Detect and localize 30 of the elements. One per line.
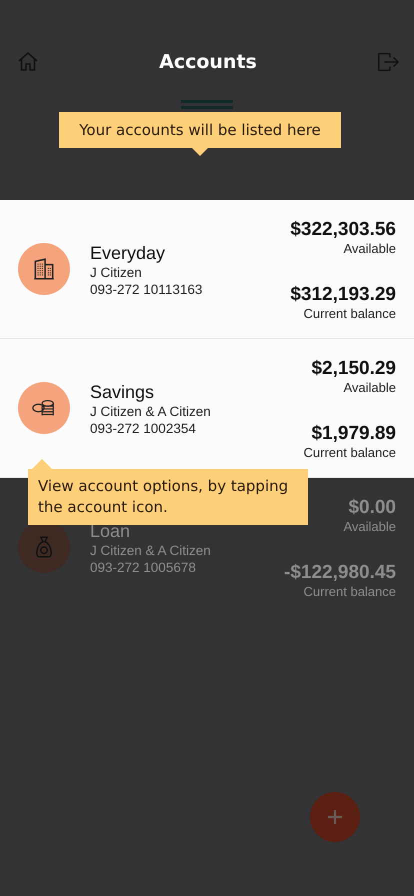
hint-tooltip: Your accounts will be listed here <box>59 112 341 148</box>
page-title: Accounts <box>159 51 257 73</box>
account-owner: J Citizen & A Citizen <box>90 542 212 559</box>
coins-icon[interactable] <box>18 382 70 434</box>
account-name: Savings <box>90 381 156 403</box>
available-amount: $0.00 <box>348 497 396 519</box>
account-owner: J Citizen <box>90 264 143 281</box>
balance-label: Current balance <box>304 584 396 599</box>
balance-amount: $1,979.89 <box>311 423 396 445</box>
plus-icon <box>325 807 345 827</box>
account-row[interactable]: Everyday J Citizen 093-272 10113163 $322,303.56 Available $312,193.29 Current balance <box>0 200 414 339</box>
account-number: 093-272 1005678 <box>90 559 197 576</box>
available-amount: $2,150.29 <box>311 358 396 380</box>
balance-amount: $312,193.29 <box>290 284 396 306</box>
building-icon[interactable] <box>18 243 70 295</box>
balance-amount: -$122,980.45 <box>284 562 396 584</box>
hint-tooltip: View account options, by tapping the account icon. <box>28 469 308 525</box>
available-label: Available <box>343 380 396 395</box>
available-amount: $322,303.56 <box>290 219 396 241</box>
account-row[interactable]: Savings J Citizen & A Citizen 093-272 1002354 $2,150.29 Available $1,979.89 Current balance <box>0 339 414 478</box>
balance-label: Current balance <box>304 445 396 460</box>
account-number: 093-272 10113163 <box>90 281 204 298</box>
tooltip-pointer <box>192 148 208 156</box>
account-owner: J Citizen & A Citizen <box>90 403 212 420</box>
account-number: 093-272 1002354 <box>90 420 197 437</box>
account-name: Everyday <box>90 242 166 264</box>
balance-label: Current balance <box>304 306 396 321</box>
drag-handle-icon <box>181 100 233 110</box>
available-label: Available <box>343 241 396 256</box>
available-label: Available <box>343 519 396 534</box>
